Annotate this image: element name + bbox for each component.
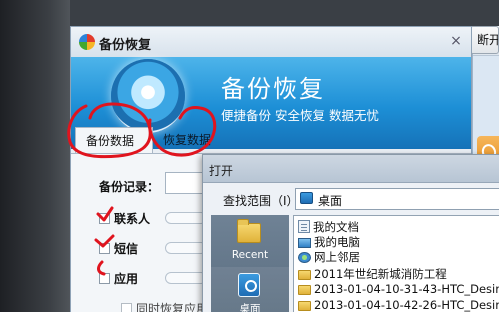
file-name: 2011年世纪新城消防工程 — [314, 267, 447, 281]
look-in-value: 桌面 — [318, 194, 343, 208]
sms-checkbox[interactable] — [99, 243, 110, 254]
file-list: 我的文档 我的电脑 网上邻居 2011年世纪新城消防工程 2013-01-04-… — [293, 215, 499, 312]
look-in-dropdown[interactable]: 桌面 — [295, 188, 499, 210]
file-name: 我的文档 — [313, 220, 359, 234]
dialog-titlebar: 打开 — [203, 155, 499, 183]
sync-restore-checkbox[interactable] — [121, 303, 132, 312]
sms-slot — [165, 242, 207, 254]
option-apps[interactable]: 应用 — [99, 270, 138, 288]
dialog-title: 打开 — [209, 164, 234, 178]
folder-icon — [298, 270, 311, 280]
contacts-slot — [165, 212, 207, 224]
sync-restore-apps-option[interactable]: 同时恢复应用 — [121, 300, 208, 312]
apps-checkbox[interactable] — [99, 273, 110, 284]
disconnect-button[interactable]: 断开 — [470, 26, 499, 54]
tab-restore-data[interactable]: 恢复数据 — [153, 127, 231, 153]
sms-label: 短信 — [114, 242, 139, 256]
place-recent-label: Recent — [231, 249, 269, 261]
app-title: 备份恢复 — [99, 38, 152, 53]
file-name: 2013-01-04-10-31-43-HTC_DesireHD(G10) — [314, 282, 499, 296]
banner-title: 备份恢复 — [221, 75, 325, 103]
file-name: 我的电脑 — [314, 235, 360, 249]
place-recent[interactable]: Recent — [211, 215, 289, 267]
desktop-icon — [300, 192, 313, 204]
folder-icon — [298, 301, 311, 311]
file-name: 2013-01-04-10-42-26-HTC_DesireHD(G10) — [314, 298, 499, 312]
tab-backup-data[interactable]: 备份数据 — [75, 127, 153, 153]
file-item[interactable]: 2011年世纪新城消防工程 — [298, 266, 447, 281]
contacts-checkbox[interactable] — [99, 213, 110, 224]
documents-icon — [298, 220, 310, 233]
open-file-dialog: 打开 查找范围（I）: 桌面 Recent 桌面 我的文档 我的电脑 网上邻居 … — [202, 154, 499, 312]
recent-folder-icon — [237, 219, 261, 243]
close-icon[interactable]: × — [447, 32, 465, 50]
option-sms[interactable]: 短信 — [99, 240, 138, 258]
file-item[interactable]: 网上邻居 — [298, 249, 360, 264]
backup-emblem-icon — [111, 59, 185, 133]
backup-record-label: 备份记录： — [99, 180, 160, 194]
desktop-bezel — [0, 0, 70, 312]
contacts-label: 联系人 — [114, 212, 151, 226]
places-bar: Recent 桌面 — [211, 215, 289, 312]
look-in-label: 查找范围（I）: — [223, 194, 303, 208]
folder-icon — [298, 285, 311, 295]
file-item[interactable]: 2013-01-04-10-31-43-HTC_DesireHD(G10) — [298, 282, 499, 297]
computer-icon — [298, 238, 311, 248]
place-desktop-label: 桌面 — [239, 303, 261, 312]
apps-label: 应用 — [114, 272, 139, 286]
banner-slogan: 便捷备份 安全恢复 数据无忧 — [221, 108, 379, 123]
desktop-icon — [238, 273, 260, 297]
place-desktop[interactable]: 桌面 — [211, 267, 289, 312]
file-name: 网上邻居 — [314, 250, 360, 264]
sync-restore-label: 同时恢复应用 — [136, 302, 209, 312]
file-item[interactable]: 2013-01-04-10-42-26-HTC_DesireHD(G10) — [298, 298, 499, 312]
backup-record-select[interactable] — [165, 172, 207, 194]
apps-slot — [165, 272, 207, 284]
option-contacts[interactable]: 联系人 — [99, 210, 150, 228]
app-titlebar: 备份恢复 × — [71, 27, 471, 57]
app-logo-icon — [79, 34, 95, 50]
file-item[interactable]: 我的电脑 — [298, 234, 360, 249]
network-icon — [298, 252, 311, 263]
file-item[interactable]: 我的文档 — [298, 219, 359, 234]
